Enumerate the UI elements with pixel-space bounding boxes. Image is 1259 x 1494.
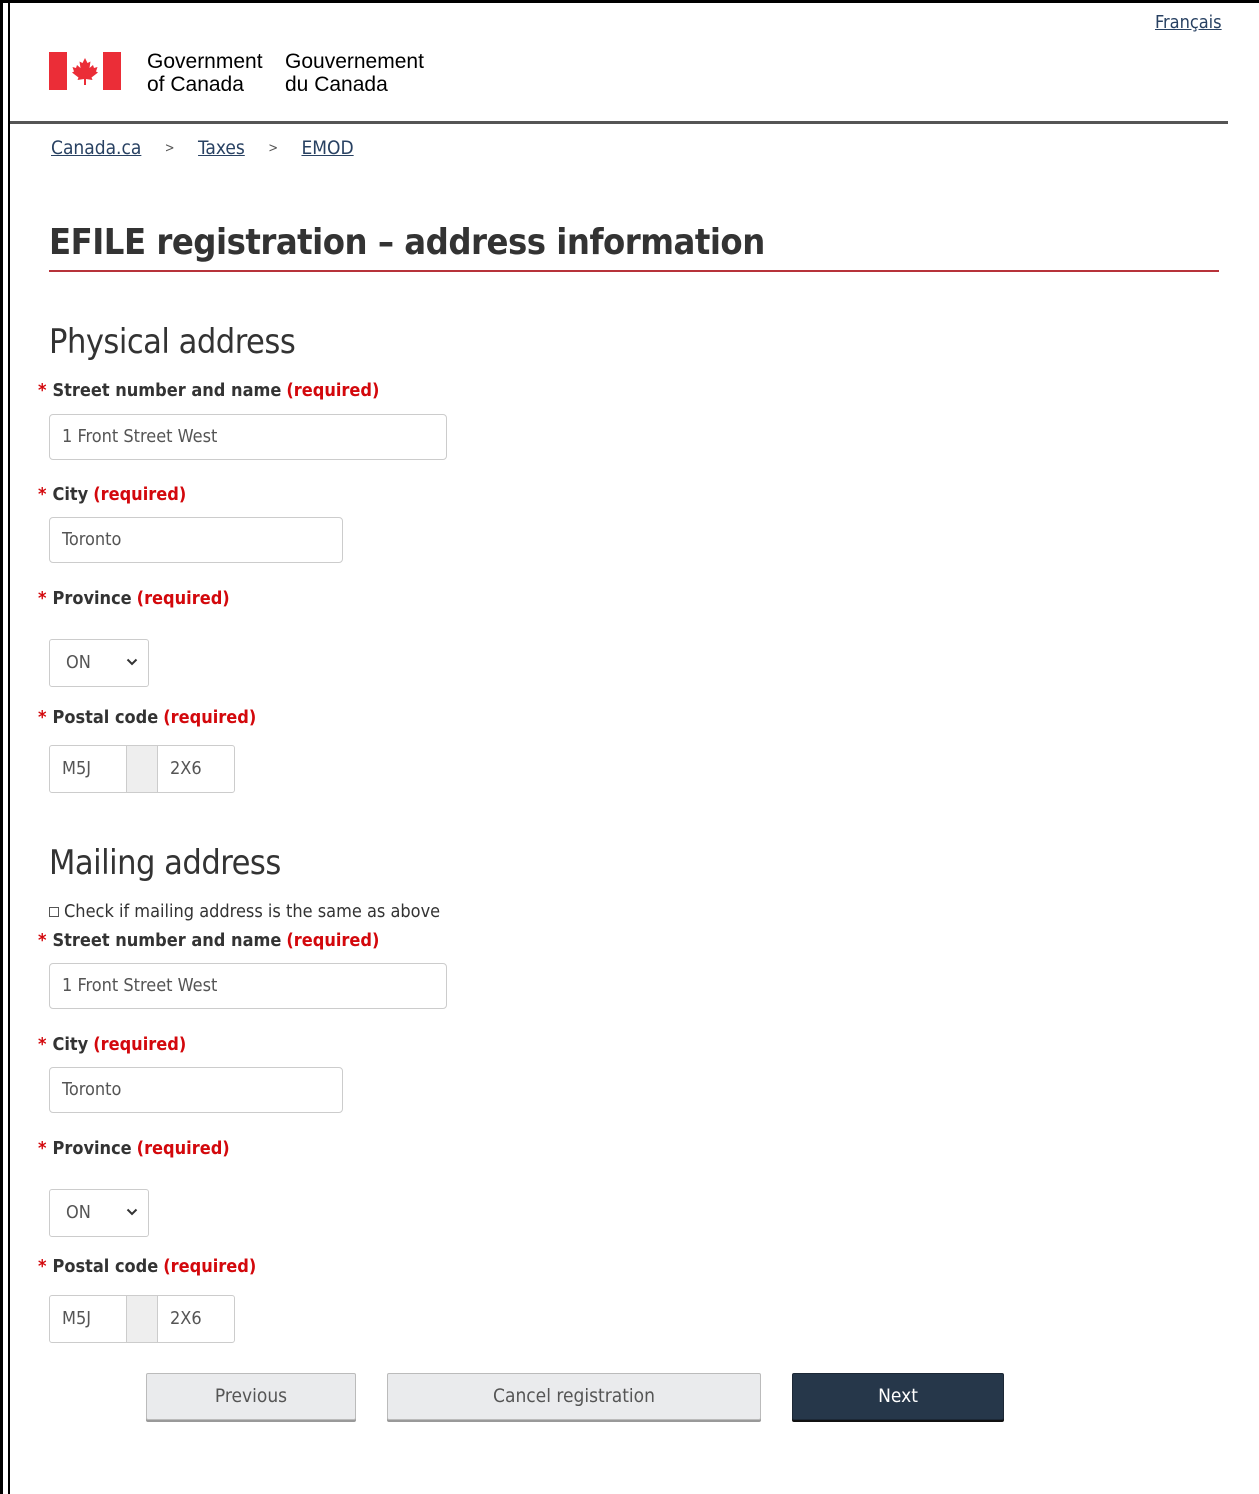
same-address-label[interactable]: Check if mailing address is the same as … — [64, 901, 440, 922]
required-marker: * — [38, 1138, 47, 1159]
mailing-city-label: * City (required) — [38, 1034, 186, 1055]
physical-city-label: * City (required) — [38, 484, 186, 505]
mailing-postal-first-input[interactable]: M5J — [49, 1295, 127, 1343]
required-text: (required) — [93, 1034, 187, 1055]
required-marker: * — [38, 380, 47, 401]
canada-flag-icon — [49, 52, 121, 90]
previous-button[interactable]: Previous — [146, 1373, 356, 1420]
mailing-postal-label: * Postal code (required) — [38, 1256, 256, 1277]
breadcrumb-item-taxes[interactable]: Taxes — [198, 137, 245, 159]
next-button[interactable]: Next — [792, 1373, 1004, 1420]
breadcrumb-separator-icon: > — [268, 141, 279, 156]
postal-separator — [126, 1295, 158, 1343]
mailing-province-select[interactable]: ON — [49, 1189, 149, 1237]
mailing-address-heading: Mailing address — [49, 843, 281, 883]
brand-french-line1: Gouvernement — [285, 50, 424, 73]
chevron-down-icon — [126, 658, 138, 666]
mailing-street-input[interactable]: 1 Front Street West — [49, 963, 447, 1009]
breadcrumb-item-canada[interactable]: Canada.ca — [51, 137, 141, 159]
city-label-text: City — [52, 484, 89, 505]
physical-city-input[interactable]: Toronto — [49, 517, 343, 563]
brand-french: Gouvernement du Canada — [285, 50, 424, 96]
language-toggle-link[interactable]: Français — [1155, 12, 1222, 33]
mailing-city-input[interactable]: Toronto — [49, 1067, 343, 1113]
mailing-province-label: * Province (required) — [38, 1138, 230, 1159]
required-marker: * — [38, 707, 47, 728]
city-label-text: City — [52, 1034, 89, 1055]
required-marker: * — [38, 1034, 47, 1055]
required-marker: * — [38, 930, 47, 951]
chevron-down-icon — [126, 1208, 138, 1216]
brand-english: Government of Canada — [147, 50, 263, 96]
required-text: (required) — [286, 380, 380, 401]
brand-english-line2: of Canada — [147, 73, 244, 96]
breadcrumb-separator-icon: > — [164, 141, 175, 156]
same-address-checkbox[interactable] — [49, 907, 59, 917]
brand-english-line1: Government — [147, 50, 263, 73]
physical-postal-second-input[interactable]: 2X6 — [157, 745, 235, 793]
physical-postal-first-input[interactable]: M5J — [49, 745, 127, 793]
mailing-province-value: ON — [66, 1202, 91, 1223]
title-underline — [49, 270, 1219, 272]
required-marker: * — [38, 588, 47, 609]
physical-postal-label: * Postal code (required) — [38, 707, 256, 728]
required-text: (required) — [163, 1256, 257, 1277]
province-label-text: Province — [52, 1138, 132, 1159]
physical-street-input[interactable]: 1 Front Street West — [49, 414, 447, 460]
required-text: (required) — [136, 1138, 230, 1159]
street-label-text: Street number and name — [52, 380, 282, 401]
page-title: EFILE registration – address information — [49, 222, 765, 263]
mailing-street-label: * Street number and name (required) — [38, 930, 379, 951]
physical-province-label: * Province (required) — [38, 588, 230, 609]
postal-label-text: Postal code — [52, 1256, 159, 1277]
same-address-row[interactable]: Check if mailing address is the same as … — [49, 901, 440, 922]
mailing-postal-group: M5J 2X6 — [49, 1295, 235, 1343]
required-text: (required) — [286, 930, 380, 951]
window-frame-inner-line — [8, 0, 10, 1494]
physical-address-heading: Physical address — [49, 322, 296, 362]
cancel-registration-button[interactable]: Cancel registration — [387, 1373, 761, 1420]
mailing-postal-second-input[interactable]: 2X6 — [157, 1295, 235, 1343]
required-marker: * — [38, 1256, 47, 1277]
physical-province-value: ON — [66, 652, 91, 673]
breadcrumb-item-emod[interactable]: EMOD — [301, 137, 353, 159]
physical-province-select[interactable]: ON — [49, 639, 149, 687]
required-text: (required) — [136, 588, 230, 609]
breadcrumb: Canada.ca > Taxes > EMOD — [51, 137, 354, 159]
required-text: (required) — [93, 484, 187, 505]
province-label-text: Province — [52, 588, 132, 609]
brand-french-line2: du Canada — [285, 73, 388, 96]
header-divider — [10, 121, 1228, 124]
required-text: (required) — [163, 707, 257, 728]
street-label-text: Street number and name — [52, 930, 282, 951]
postal-label-text: Postal code — [52, 707, 159, 728]
required-marker: * — [38, 484, 47, 505]
physical-street-label: * Street number and name (required) — [38, 380, 379, 401]
postal-separator — [126, 745, 158, 793]
physical-postal-group: M5J 2X6 — [49, 745, 235, 793]
